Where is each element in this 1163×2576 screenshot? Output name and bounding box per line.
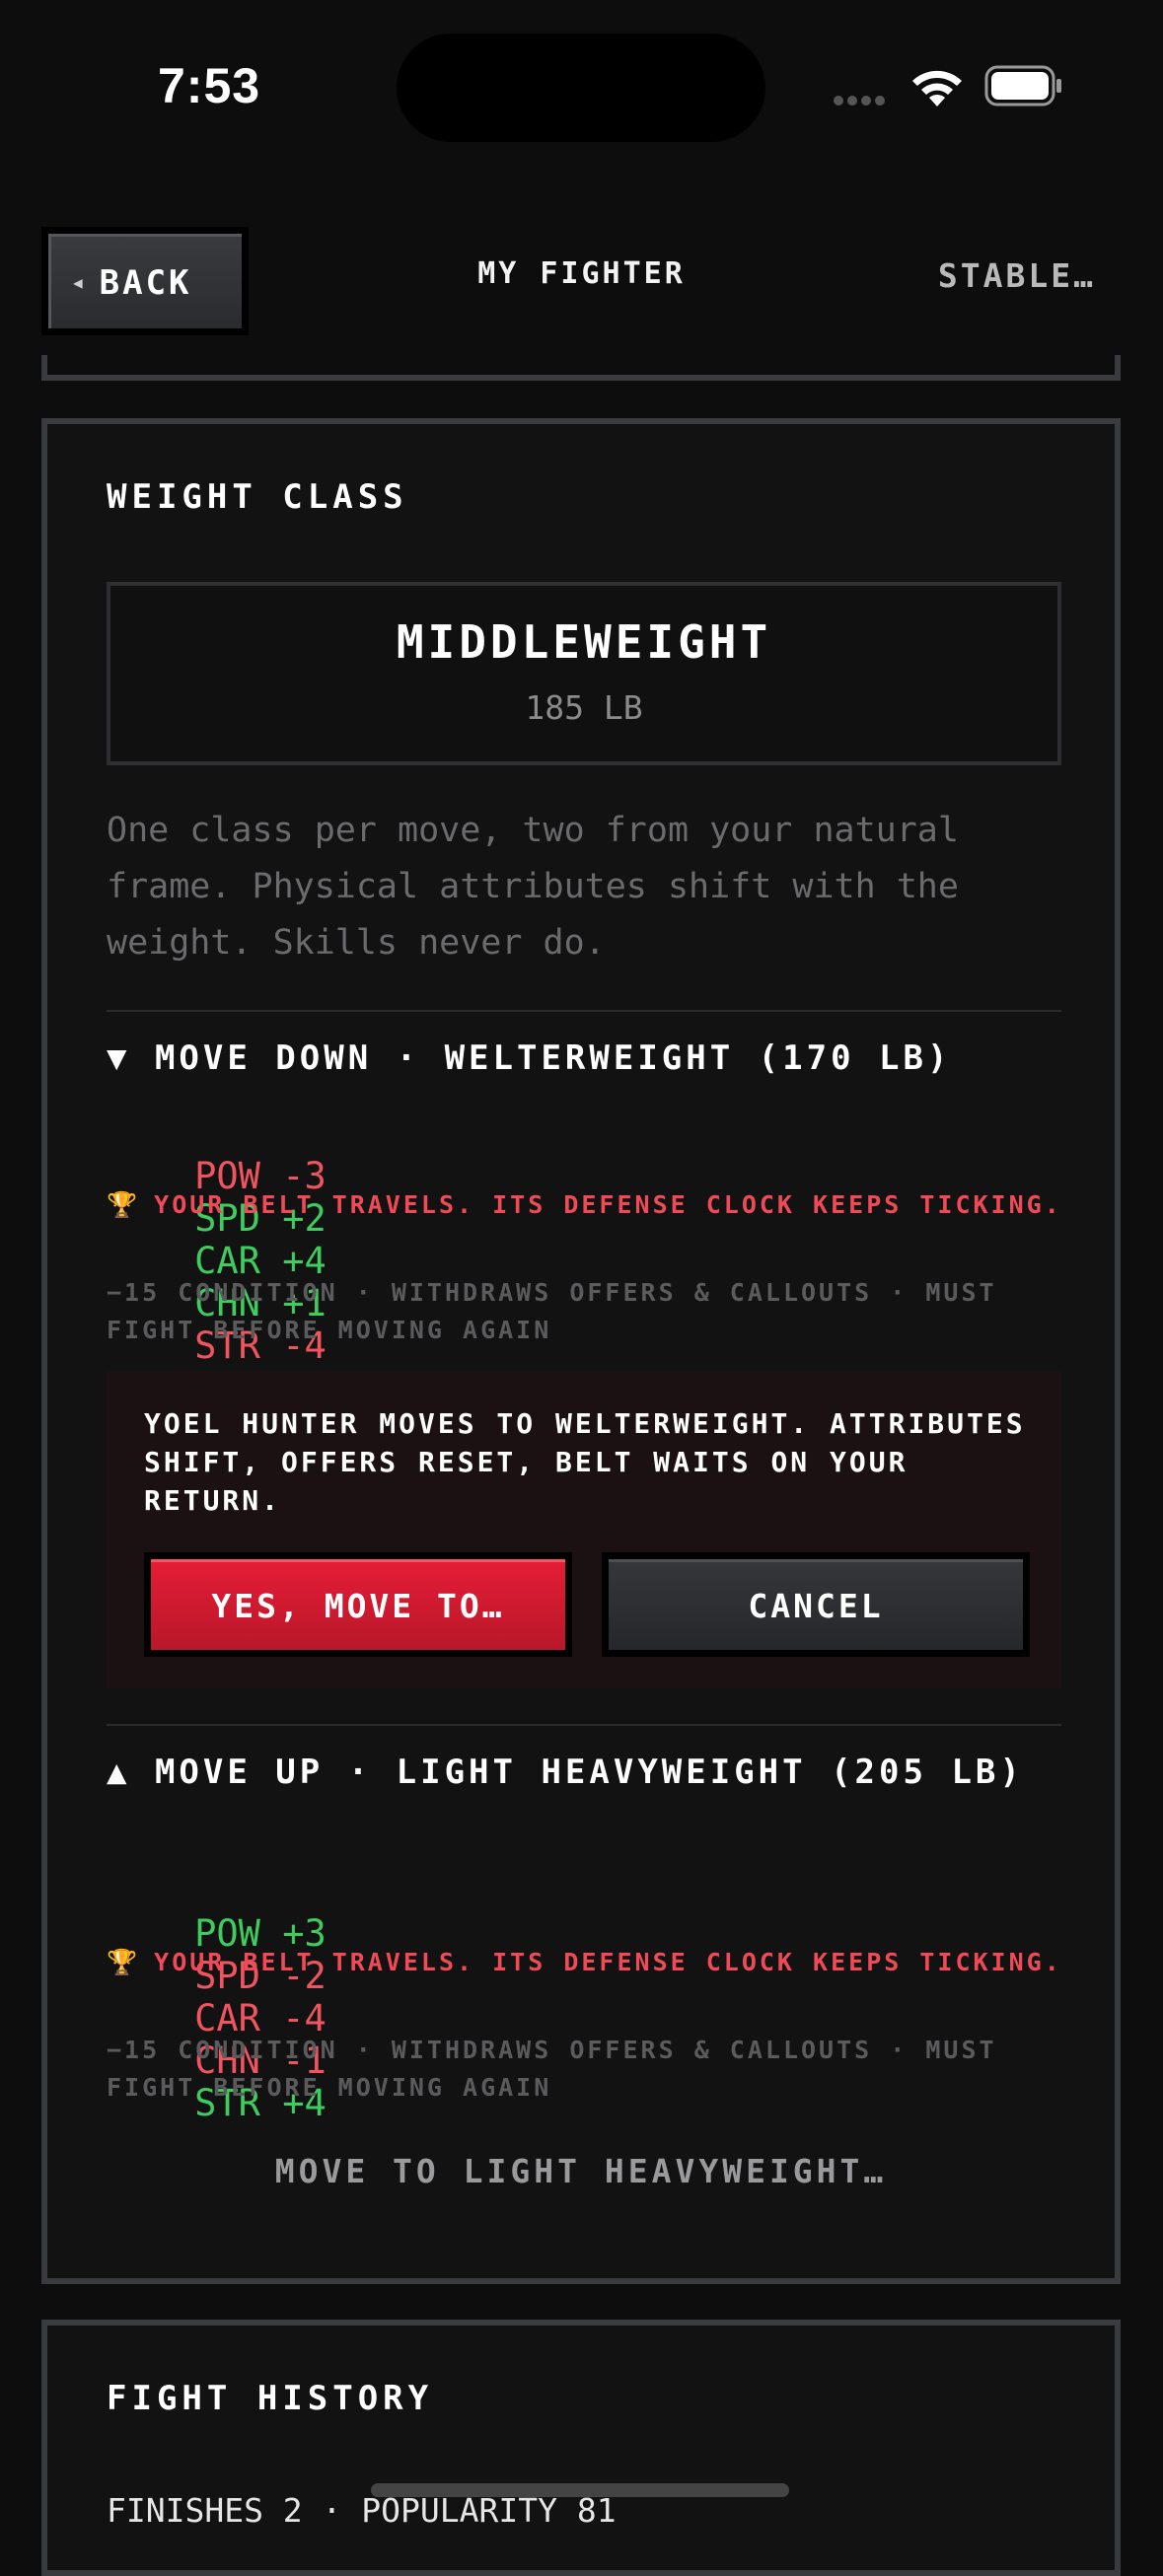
stable-tab[interactable]: STABLE…: [938, 256, 1096, 295]
current-class-box: MIDDLEWEIGHT 185 LB: [107, 582, 1061, 765]
move-down-heading: ▼ MOVE DOWN · WELTERWEIGHT (170 LB): [107, 1038, 952, 1078]
divider: [107, 1724, 1061, 1726]
weight-class-card: WEIGHT CLASS MIDDLEWEIGHT 185 LB One cla…: [41, 418, 1121, 2284]
move-up-belt-note: 🏆 YOUR BELT TRAVELS. ITS DEFENSE CLOCK KE…: [107, 1948, 1062, 1976]
fight-history-title: FIGHT HISTORY: [107, 2379, 434, 2418]
cancel-label: CANCEL: [609, 1559, 1023, 1650]
current-class-name: MIDDLEWEIGHT: [396, 615, 772, 669]
cellular-signal-icon: [834, 91, 893, 106]
cancel-button[interactable]: CANCEL: [602, 1552, 1030, 1657]
move-down-belt-note: 🏆 YOUR BELT TRAVELS. ITS DEFENSE CLOCK KE…: [107, 1190, 1062, 1219]
weight-class-description: One class per move, two from your natura…: [107, 811, 959, 963]
trophy-icon: 🏆: [107, 1190, 141, 1219]
fight-history-card: FIGHT HISTORY FINISHES 2 · POPULARITY 81: [41, 2320, 1121, 2576]
move-down-cost-note: −15 CONDITION · WITHDRAWS OFFERS & CALLO…: [107, 1278, 997, 1344]
move-up-heading: ▲ MOVE UP · LIGHT HEAVYWEIGHT (205 LB): [107, 1753, 1024, 1792]
move-confirm-panel: YOEL HUNTER MOVES TO WELTERWEIGHT. ATTRI…: [107, 1371, 1061, 1688]
current-class-weight: 185 LB: [525, 688, 643, 727]
weight-class-title: WEIGHT CLASS: [107, 477, 408, 517]
battery-icon: [984, 65, 1061, 107]
confirm-move-label: YES, MOVE TO…: [151, 1559, 565, 1650]
wifi-icon: [912, 70, 962, 107]
previous-card-edge: [41, 355, 1121, 381]
confirm-message: YOEL HUNTER MOVES TO WELTERWEIGHT. ATTRI…: [144, 1407, 1026, 1517]
status-bar: 7:53: [0, 0, 1163, 178]
move-up-button[interactable]: MOVE TO LIGHT HEAVYWEIGHT…: [47, 2152, 1115, 2190]
home-indicator[interactable]: [371, 2483, 789, 2497]
trophy-icon: 🏆: [107, 1948, 141, 1976]
top-nav: ◀ BACK MY FIGHTER STABLE…: [0, 217, 1163, 335]
move-up-attributes: POW +3 SPD -2 CAR -4 CHN -1 STR +4: [107, 1870, 327, 2167]
move-down-attributes: POW -3 SPD +2 CAR +4 CHN +1 STR -4: [107, 1112, 327, 1409]
move-up-cost-note: −15 CONDITION · WITHDRAWS OFFERS & CALLO…: [107, 2036, 997, 2102]
status-time: 7:53: [158, 58, 261, 113]
confirm-move-button[interactable]: YES, MOVE TO…: [144, 1552, 572, 1657]
divider: [107, 1010, 1061, 1012]
dynamic-island: [397, 34, 765, 142]
